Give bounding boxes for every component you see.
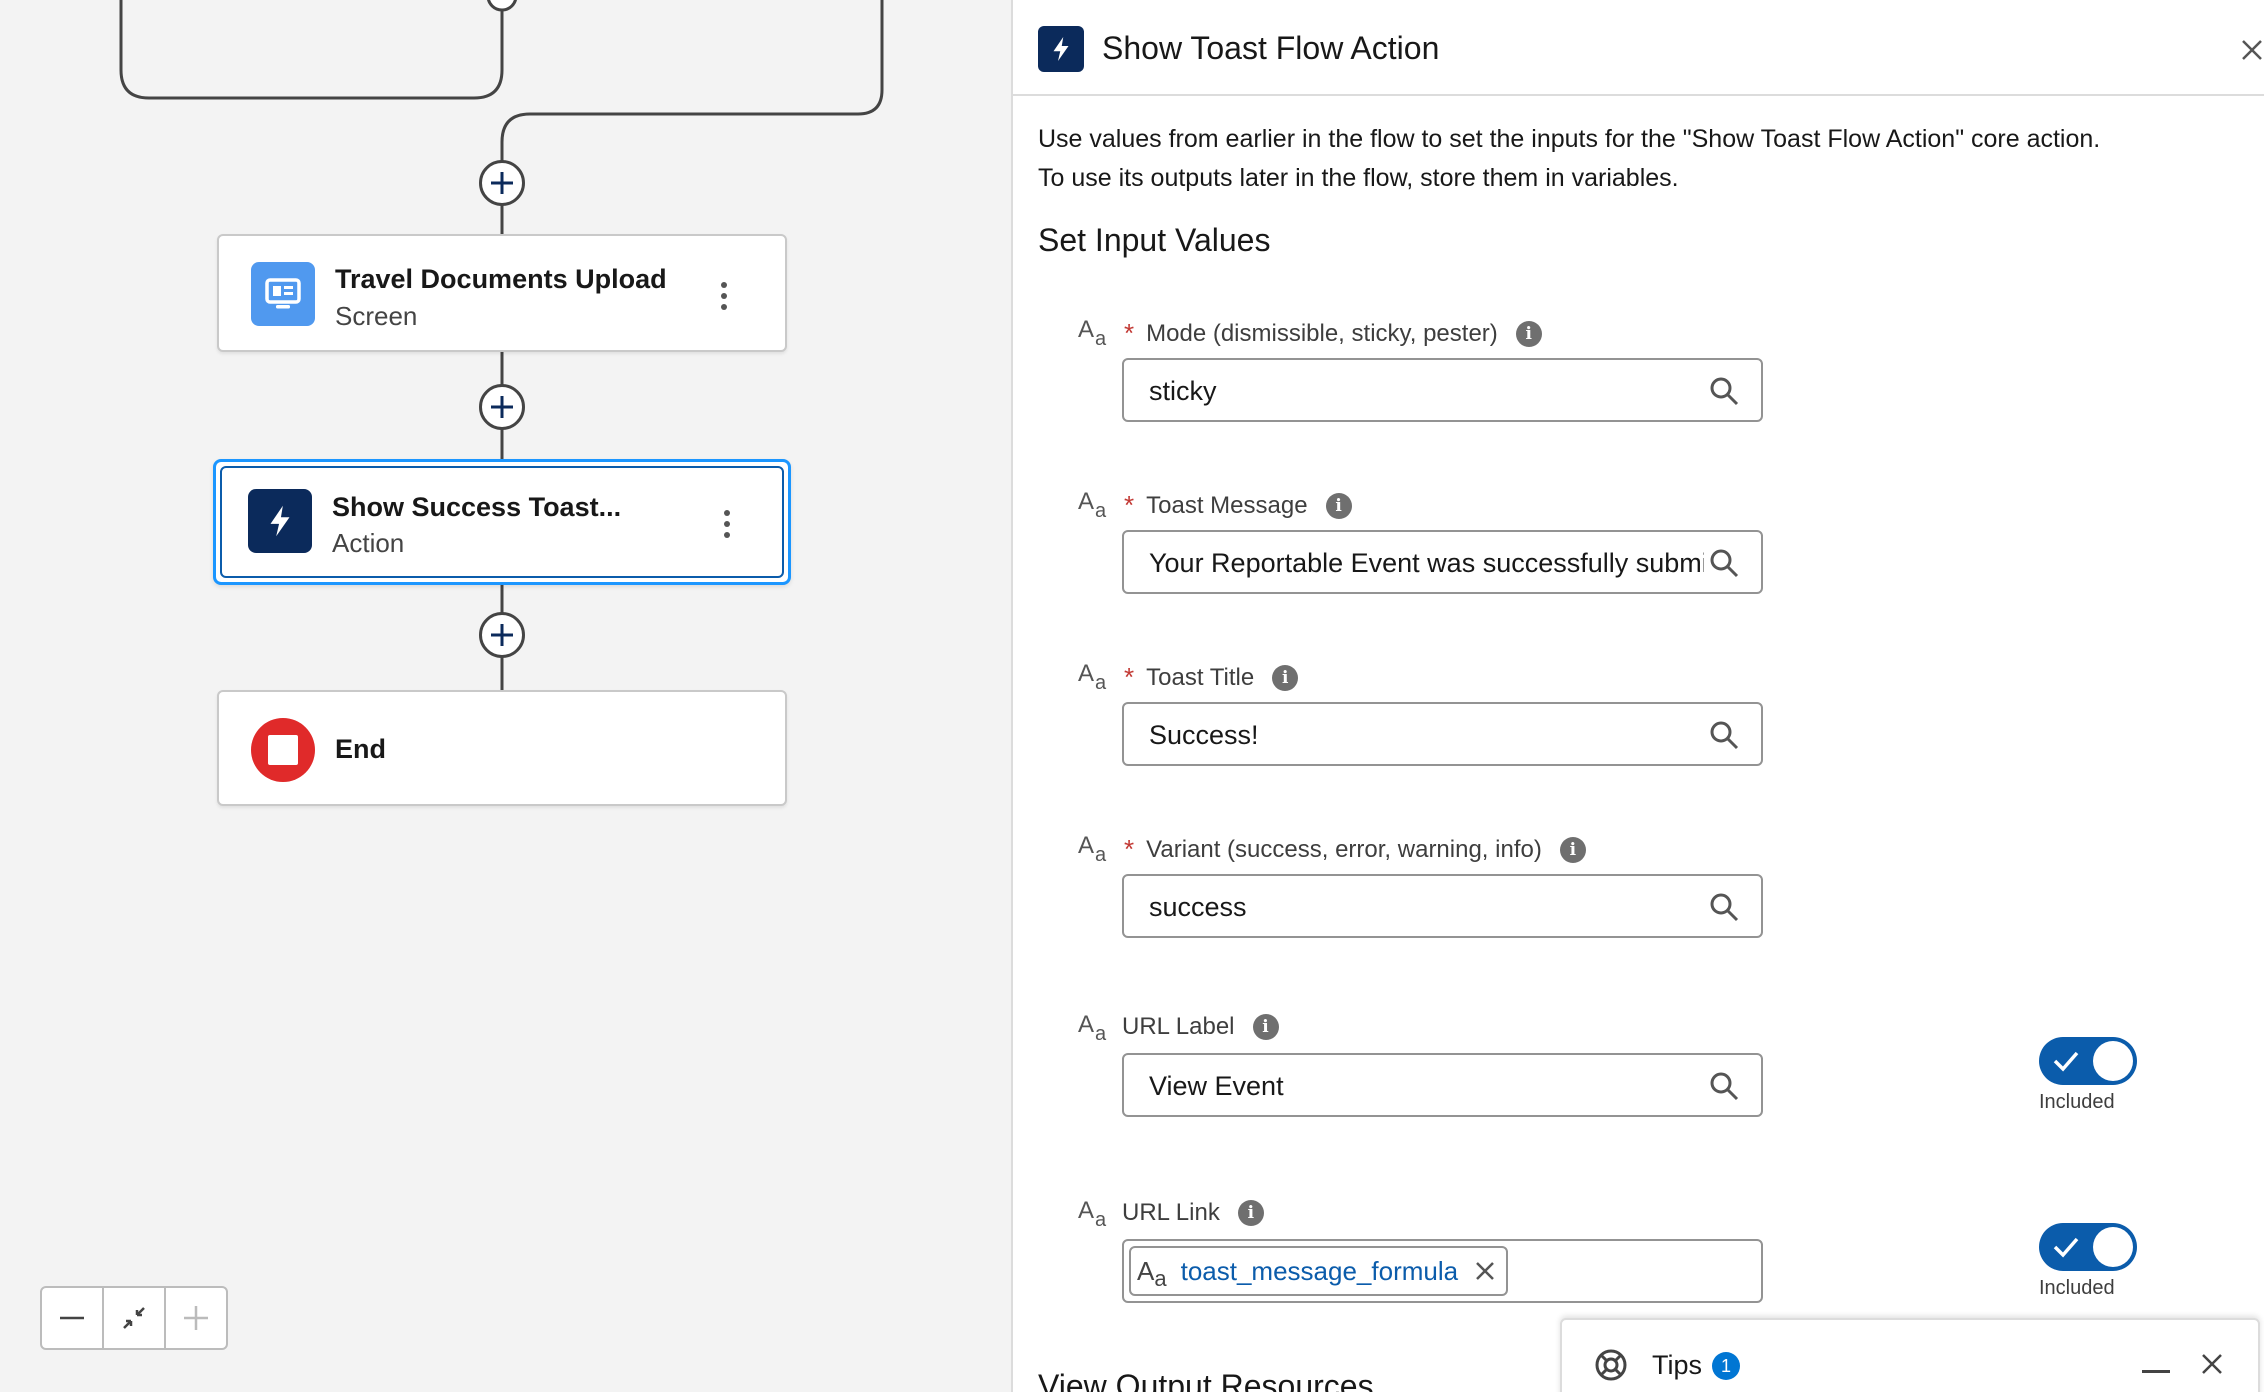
url-label-input[interactable]: View Event (1122, 1053, 1763, 1117)
text-type-icon: Aa (1078, 660, 1107, 694)
screen-icon (251, 262, 315, 326)
action-node-show-success-toast[interactable]: Show Success Toast... Action (213, 459, 791, 585)
input-value[interactable]: Your Reportable Event was successfully s… (1149, 548, 1704, 579)
section-title: Set Input Values (1038, 222, 1271, 258)
required-marker: * (1124, 834, 1135, 864)
text-type-icon: A (1137, 1255, 1155, 1286)
node-title: End (335, 734, 386, 764)
field-label: * Toast Message i (1124, 490, 1352, 521)
info-icon[interactable]: i (1515, 320, 1542, 347)
plus-icon (491, 396, 513, 418)
field-label: * Toast Title i (1124, 662, 1299, 693)
url-link-input[interactable]: Aa toast_message_formula (1122, 1239, 1763, 1303)
input-value[interactable]: Success! (1149, 720, 1704, 751)
zoom-out-icon (60, 1316, 84, 1320)
text-type-icon: Aa (1078, 1197, 1107, 1231)
field-label: URL Label i (1122, 1013, 1279, 1041)
remove-icon[interactable] (1474, 1260, 1496, 1282)
fit-view-icon (123, 1307, 145, 1329)
info-icon[interactable]: i (1252, 1014, 1279, 1040)
stop-icon (251, 718, 315, 782)
panel-title: Show Toast Flow Action (1102, 30, 1440, 66)
add-element-button[interactable] (479, 160, 525, 206)
node-title: Show Success Toast... (332, 492, 622, 522)
end-node[interactable]: End (217, 690, 787, 806)
field-label: URL Link i (1122, 1199, 1264, 1227)
tips-label: Tips (1652, 1350, 1703, 1380)
text-type-icon: Aa (1078, 316, 1107, 350)
node-type: Action (332, 528, 405, 558)
add-element-button[interactable] (479, 384, 525, 430)
search-icon[interactable] (1709, 720, 1739, 750)
input-value[interactable]: View Event (1149, 1071, 1704, 1102)
node-type: Screen (335, 301, 418, 331)
mode-input[interactable]: sticky (1122, 358, 1763, 422)
connector-end-dot (487, 0, 517, 12)
close-icon[interactable] (2200, 1352, 2224, 1376)
input-value[interactable]: sticky (1149, 376, 1704, 407)
include-toggle[interactable] (2039, 1037, 2137, 1085)
node-title: Travel Documents Upload (335, 264, 667, 294)
panel-description-line2: To use its outputs later in the flow, st… (1038, 164, 1679, 192)
search-icon[interactable] (1709, 1071, 1739, 1101)
connector-loop-left (119, 0, 504, 100)
required-marker: * (1124, 318, 1135, 348)
text-type-icon: Aa (1078, 832, 1107, 866)
minimize-icon[interactable] (2142, 1370, 2170, 1373)
search-icon[interactable] (1709, 548, 1739, 578)
input-value[interactable]: success (1149, 892, 1704, 923)
zoom-in-button[interactable] (166, 1288, 226, 1348)
zoom-out-button[interactable] (42, 1288, 104, 1348)
node-menu-button[interactable] (719, 282, 729, 310)
info-icon[interactable]: i (1272, 664, 1299, 691)
lifebuoy-icon (1595, 1349, 1627, 1381)
search-icon[interactable] (1709, 376, 1739, 406)
zoom-in-icon (184, 1306, 208, 1330)
field-label: * Variant (success, error, warning, info… (1124, 834, 1586, 865)
resource-pill[interactable]: Aa toast_message_formula (1129, 1246, 1509, 1296)
panel-description-line1: Use values from earlier in the flow to s… (1038, 125, 2101, 153)
lightning-icon (248, 489, 312, 553)
output-section-title[interactable]: View Output Resources (1038, 1368, 1374, 1392)
toggle-label: Included (2039, 1277, 2115, 1299)
toast-message-input[interactable]: Your Reportable Event was successfully s… (1122, 530, 1763, 594)
info-icon[interactable]: i (1237, 1200, 1264, 1226)
add-element-button[interactable] (479, 612, 525, 658)
check-icon (2053, 1051, 2079, 1072)
properties-panel: Show Toast Flow Action Use values from e… (1011, 0, 2264, 1392)
search-icon[interactable] (1709, 892, 1739, 922)
lightning-icon (1038, 26, 1084, 72)
node-menu-button[interactable] (722, 510, 732, 538)
text-type-icon: Aa (1078, 488, 1107, 522)
toggle-label: Included (2039, 1091, 2115, 1113)
connector-loop-right (500, 0, 884, 234)
variant-input[interactable]: success (1122, 874, 1763, 938)
field-label: * Mode (dismissible, sticky, pester) i (1124, 318, 1542, 349)
info-icon[interactable]: i (1559, 836, 1586, 863)
plus-icon (491, 624, 513, 646)
tips-panel[interactable]: Tips 1 (1560, 1318, 2260, 1392)
include-toggle[interactable] (2039, 1223, 2137, 1271)
close-icon[interactable] (2238, 36, 2264, 64)
screen-node-travel-documents-upload[interactable]: Travel Documents Upload Screen (217, 234, 787, 352)
panel-header: Show Toast Flow Action (1013, 0, 2264, 96)
flow-canvas[interactable]: Travel Documents Upload Screen Show Succ… (0, 0, 1011, 1392)
fit-view-button[interactable] (104, 1288, 166, 1348)
required-marker: * (1124, 490, 1135, 520)
text-type-icon: Aa (1078, 1011, 1107, 1045)
required-marker: * (1124, 662, 1135, 692)
toast-title-input[interactable]: Success! (1122, 702, 1763, 766)
info-icon[interactable]: i (1325, 492, 1352, 519)
zoom-controls (40, 1286, 228, 1350)
check-icon (2053, 1237, 2079, 1258)
tips-count-badge: 1 (1712, 1352, 1740, 1380)
pill-label: toast_message_formula (1180, 1255, 1459, 1286)
plus-icon (491, 172, 513, 194)
